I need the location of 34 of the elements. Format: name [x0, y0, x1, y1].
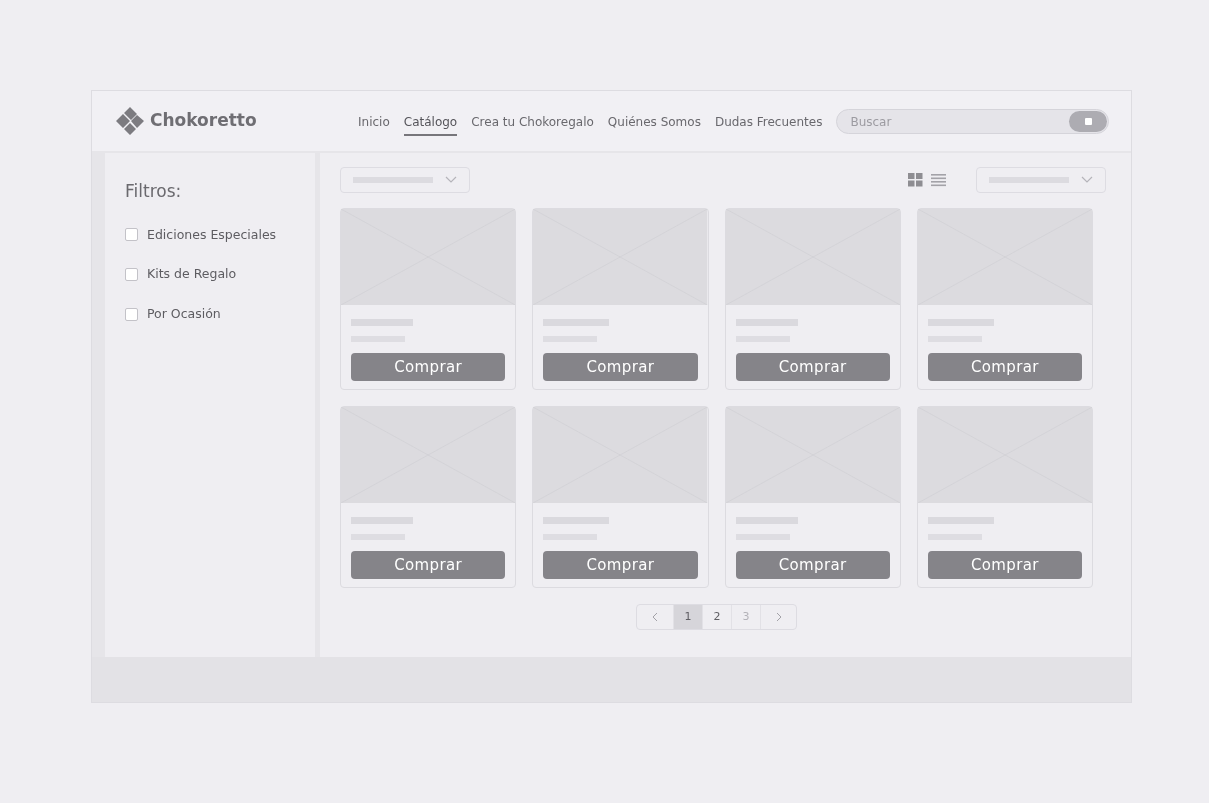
buy-button[interactable]: Comprar — [543, 353, 698, 381]
search-field[interactable]: Buscar — [836, 109, 1109, 134]
checkbox[interactable] — [125, 228, 138, 242]
logo-icon — [114, 107, 146, 135]
list-view-icon[interactable] — [931, 173, 946, 187]
chevron-right-icon — [775, 612, 782, 622]
sidebar-title: Filtros: — [125, 180, 183, 203]
square-icon — [1084, 117, 1092, 125]
page-button[interactable]: 1 — [673, 605, 702, 629]
buy-button[interactable]: Comprar — [543, 551, 698, 579]
filter-label: Kits de Regalo — [147, 265, 237, 284]
nav-link[interactable]: Inicio — [358, 106, 390, 136]
filter-label: Ediciones Especiales — [147, 225, 277, 244]
chevron-left-icon — [652, 612, 658, 622]
nav-link[interactable]: Crea tu Chokoregalo — [471, 106, 594, 136]
nav-link[interactable]: Catálogo — [403, 106, 458, 136]
grid-view-icon[interactable] — [908, 173, 923, 187]
checkbox[interactable] — [125, 307, 138, 321]
chevron-down-icon — [1081, 176, 1093, 184]
dropdown[interactable] — [340, 167, 470, 193]
dropdown[interactable] — [976, 167, 1106, 193]
buy-button[interactable]: Comprar — [927, 551, 1082, 579]
buy-button[interactable]: Comprar — [735, 353, 890, 381]
filter-label: Por Ocasión — [147, 305, 221, 323]
buy-button[interactable]: Comprar — [351, 353, 506, 381]
nav-link[interactable]: Quiénes Somos — [607, 106, 701, 136]
buy-button[interactable]: Comprar — [735, 551, 890, 579]
checkbox[interactable] — [125, 268, 138, 282]
brand-name: Chokoretto — [150, 109, 258, 133]
page-button[interactable]: 2 — [702, 605, 731, 629]
nav-link[interactable]: Dudas Frecuentes — [714, 106, 823, 136]
chevron-down-icon — [445, 176, 457, 184]
buy-button[interactable]: Comprar — [927, 353, 1082, 381]
buy-button[interactable]: Comprar — [351, 551, 506, 579]
